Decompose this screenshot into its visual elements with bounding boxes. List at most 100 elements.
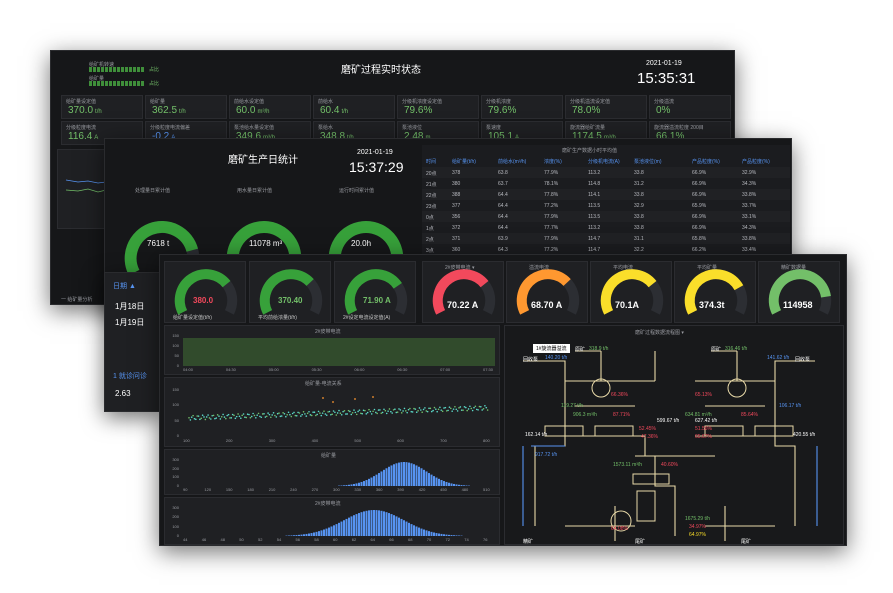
scatter-point bbox=[413, 407, 415, 410]
flow-label: 回收泵 bbox=[795, 357, 811, 363]
flow-label: 106.17 t/h bbox=[779, 403, 802, 409]
table-header-cell[interactable]: 给矿量(t/h) bbox=[452, 158, 476, 165]
histogram-bar bbox=[328, 527, 330, 536]
flow-label: 52.45% bbox=[639, 426, 656, 432]
table-header-cell[interactable]: 浓度(%) bbox=[544, 158, 562, 165]
gauge-value: 7618 t bbox=[147, 239, 170, 248]
scatter-point bbox=[204, 418, 207, 421]
histogram-bar bbox=[393, 515, 395, 536]
table-cell: 64.3 bbox=[498, 247, 508, 253]
scatter-point bbox=[460, 409, 463, 411]
x-tick-label: 800 bbox=[483, 438, 490, 443]
table-cell: 66.9% bbox=[692, 192, 707, 198]
table-cell: 33.8 bbox=[634, 214, 644, 220]
gauge-card: 370.40 平均前给浓量(t/h) bbox=[249, 261, 331, 323]
scatter-point bbox=[283, 413, 286, 415]
table-row: 22点 388 64.4 77.8% 114.1 33.8 66.9% 33.8% bbox=[422, 189, 790, 200]
scatter-point bbox=[309, 414, 312, 416]
x-tick-label: 360 bbox=[375, 487, 383, 492]
table-cell: 371 bbox=[452, 236, 461, 242]
x-tick-label: 60 bbox=[333, 537, 338, 542]
scatter-point bbox=[320, 414, 323, 417]
scatter-point bbox=[279, 415, 282, 418]
stat-label: 分级粒度电流 bbox=[66, 125, 97, 131]
histogram-bar bbox=[355, 483, 358, 486]
scatter-point bbox=[456, 410, 459, 412]
scatter-point bbox=[447, 409, 449, 412]
date-list-panel: 日期 ▲ 1月18日 1月19日 1 就诊问诊 2.63 bbox=[104, 272, 162, 412]
table-row: 1点 372 64.4 77.7% 113.2 33.8 66.9% 34.3% bbox=[422, 222, 790, 233]
scatter-point bbox=[345, 413, 347, 415]
scatter-point bbox=[203, 416, 205, 418]
date-list-header[interactable]: 日期 ▲ bbox=[113, 281, 136, 291]
histogram-bar bbox=[300, 534, 303, 536]
stat-value: 116.4 A bbox=[68, 131, 99, 142]
flow-label: 316.46 t/h bbox=[725, 346, 748, 352]
histogram-bar bbox=[455, 484, 458, 486]
scatter-point bbox=[370, 413, 373, 415]
table-cell: 66.9% bbox=[692, 214, 707, 220]
histogram-bar bbox=[365, 510, 368, 536]
table-cell: 114.1 bbox=[588, 192, 601, 198]
flow-label: 65.13% bbox=[695, 392, 712, 398]
process-flow-diagram: 磨矿过程数据流程图 ▾ 1#旋流器溢流 原矿 318.9 t/h 140.20 … bbox=[504, 325, 844, 545]
scatter-point bbox=[354, 398, 356, 400]
scatter-point bbox=[235, 415, 238, 418]
flow-label: 精矿 bbox=[523, 539, 534, 545]
table-header-cell[interactable]: 泵池液位(m) bbox=[634, 158, 662, 165]
histogram-bar bbox=[385, 468, 388, 486]
scatter-point bbox=[282, 411, 284, 414]
x-tick-label: 54 bbox=[276, 537, 282, 542]
scatter-point bbox=[443, 407, 445, 409]
table-header-cell[interactable]: 产品粒度(%) bbox=[692, 158, 720, 165]
scatter-point bbox=[201, 414, 204, 417]
flow-label: 85.64% bbox=[741, 412, 758, 418]
scatter-point bbox=[361, 412, 363, 415]
date-list-item[interactable]: 1月19日 bbox=[115, 317, 144, 328]
histogram-bar bbox=[448, 534, 450, 536]
x-tick-label: 66 bbox=[389, 537, 394, 542]
x-tick-label: 72 bbox=[445, 537, 450, 542]
histogram-bar bbox=[310, 533, 313, 536]
table-header-cell[interactable]: 产品粒度(%) bbox=[742, 158, 770, 165]
scatter-point bbox=[319, 412, 321, 414]
flow-label: 420.55 t/h bbox=[793, 432, 816, 438]
histogram-bar bbox=[335, 524, 338, 536]
date-list-section[interactable]: 1 就诊问诊 bbox=[113, 371, 147, 381]
scatter-point bbox=[249, 416, 252, 419]
histogram-bar bbox=[428, 473, 430, 486]
table-header-cell[interactable]: 前给水(m³/h) bbox=[498, 158, 526, 165]
scatter-point bbox=[234, 417, 237, 420]
table-cell: 66.9% bbox=[692, 225, 707, 231]
y-tick-label: 0 bbox=[176, 533, 179, 538]
gauge-segment bbox=[259, 269, 314, 315]
histogram-bar bbox=[440, 533, 443, 536]
x-tick-label: 300 bbox=[268, 438, 276, 443]
scatter-point bbox=[265, 415, 268, 418]
table-cell: 32.9% bbox=[742, 170, 757, 176]
gauge-card: 精矿数据量 114958 bbox=[758, 261, 840, 323]
histogram-bar bbox=[313, 532, 315, 536]
date-list-item[interactable]: 1月18日 bbox=[115, 301, 144, 312]
stat-label: 泵池液位 bbox=[402, 125, 423, 131]
table-header-cell[interactable]: 时间 bbox=[426, 158, 436, 165]
gauge-card: 380.0 给矿量设定值(t/h) bbox=[164, 261, 246, 323]
histogram-bar bbox=[345, 485, 348, 486]
scatter-point bbox=[332, 401, 334, 403]
scatter-point bbox=[245, 416, 248, 419]
scatter-point bbox=[351, 411, 354, 414]
gauge-label[interactable]: 2#皮带电流 ▾ bbox=[445, 264, 474, 271]
scatter-point bbox=[471, 409, 474, 412]
gauge-arc bbox=[600, 269, 664, 315]
histogram-bar bbox=[445, 481, 448, 486]
table-header: 时间 给矿量(t/h) 前给水(m³/h) 浓度(%) 分级机电流(A) 泵池液位(m) 产… bbox=[422, 155, 790, 166]
histogram-bar bbox=[435, 477, 438, 486]
table-header-cell[interactable]: 分级机电流(A) bbox=[588, 158, 620, 165]
flow-label: 87.71% bbox=[613, 412, 630, 418]
gauge-label: 平均前给浓量(t/h) bbox=[258, 315, 297, 321]
chart-title: 2#皮带电流 bbox=[315, 329, 341, 335]
scatter-point bbox=[444, 406, 447, 409]
histogram-bar bbox=[338, 522, 340, 536]
histogram-bar bbox=[373, 510, 375, 536]
scatter-point bbox=[218, 415, 220, 417]
